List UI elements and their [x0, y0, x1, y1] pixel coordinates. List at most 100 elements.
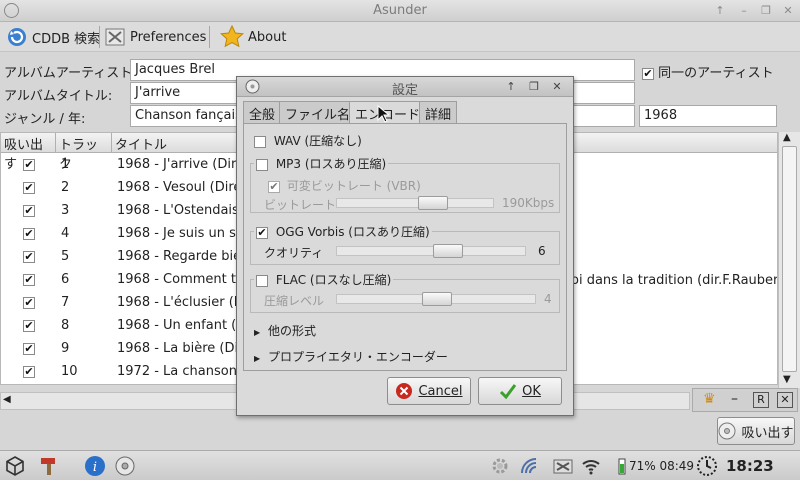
track-title[interactable]: 1968 - Un enfant (	[117, 318, 236, 333]
quality-label: クオリティ	[264, 246, 324, 260]
track-title[interactable]: 1968 - La bière (Dir	[117, 341, 243, 356]
mp3-label: MP3 (ロスあり圧縮)	[275, 157, 387, 171]
same-artist-label: 同一のアーティスト	[658, 66, 774, 81]
track-number: 7	[61, 295, 70, 310]
cddb-search-button[interactable]: CDDB 検索	[6, 24, 100, 50]
bitrate-slider-knob[interactable]	[418, 196, 448, 210]
tools-icon	[41, 458, 55, 475]
rip-checkbox[interactable]: ✔	[23, 251, 35, 263]
restore-icon[interactable]: R	[753, 392, 769, 408]
other-formats-expander[interactable]: ▶ 他の形式	[254, 322, 316, 339]
column-header-rip[interactable]: 吸い出す	[1, 133, 56, 172]
compression-slider[interactable]	[336, 292, 536, 306]
info-launcher[interactable]: i	[84, 455, 106, 477]
track-title[interactable]: 1972 - La chanson d	[117, 364, 249, 379]
track-number: 6	[61, 272, 70, 287]
rip-button[interactable]: 吸い出す	[717, 417, 795, 445]
track-title[interactable]: 1968 - Comment tu	[117, 272, 244, 287]
scroll-up-icon[interactable]: ▲	[783, 132, 791, 143]
app-menu-button[interactable]	[4, 455, 26, 477]
compression-value: 4	[544, 292, 552, 306]
window-titlebar: Asunder ↑ – ❐ ✕	[0, 0, 800, 22]
track-title[interactable]: 1968 - L'éclusier (D	[117, 295, 244, 310]
rip-checkbox[interactable]: ✔	[23, 228, 35, 240]
network-icon	[553, 459, 573, 474]
cancel-label: Cancel	[418, 383, 463, 399]
tab-filename[interactable]: ファイル名	[279, 101, 357, 123]
checkbox-mark: ✔	[256, 225, 268, 239]
compression-label: 圧縮レベル	[264, 294, 325, 308]
asunder-task[interactable]	[114, 455, 136, 477]
wireless-tray[interactable]	[580, 455, 602, 477]
quality-slider[interactable]	[336, 244, 526, 258]
hammer-launcher[interactable]	[38, 455, 60, 477]
track-title[interactable]: 1968 - J'arrive (Dire	[117, 157, 244, 172]
checkbox-mark	[256, 158, 268, 171]
minimize-icon[interactable]: –	[736, 3, 752, 18]
flac-checkbox[interactable]: FLAC (ロスなし圧縮)	[254, 271, 394, 288]
gear-icon	[492, 458, 508, 474]
track-title[interactable]: 1968 - Je suis un so	[117, 226, 244, 241]
tab-advanced[interactable]: 詳細	[419, 101, 458, 123]
preferences-button[interactable]: Preferences	[104, 24, 206, 50]
track-title[interactable]: 1968 - Vesoul (Dire	[117, 180, 241, 195]
crown-icon[interactable]: ♛	[703, 391, 716, 407]
rip-checkbox[interactable]: ✔	[23, 159, 35, 171]
ok-button[interactable]: OK	[478, 377, 562, 405]
close-icon[interactable]: ✕	[549, 79, 565, 94]
preferences-label: Preferences	[130, 29, 207, 45]
close-icon[interactable]: ✕	[777, 392, 793, 408]
rip-checkbox[interactable]: ✔	[23, 320, 35, 332]
arrow-up-icon[interactable]: ↑	[503, 79, 519, 94]
same-artist-checkbox[interactable]: ✔ 同一のアーティスト	[642, 62, 774, 81]
quality-slider-knob[interactable]	[433, 244, 463, 258]
info-icon: i	[85, 456, 105, 476]
toolbar: CDDB 検索 Preferences About	[0, 22, 800, 52]
tab-general[interactable]: 全般	[243, 101, 282, 123]
cancel-button[interactable]: Cancel	[387, 377, 471, 405]
year-field[interactable]: 1968	[639, 105, 777, 127]
ogg-checkbox[interactable]: ✔ OGG Vorbis (ロスあり圧縮)	[254, 223, 432, 240]
clock-tray[interactable]: 18:23	[696, 455, 774, 477]
about-button[interactable]: About	[220, 24, 286, 50]
minimize-icon[interactable]: –	[731, 391, 738, 407]
network-tray[interactable]	[552, 455, 574, 477]
battery-tray[interactable]: 71% 08:49	[618, 455, 694, 477]
wav-checkbox[interactable]: WAV (圧縮なし)	[254, 132, 362, 149]
mini-toolbar: ♛ – R ✕	[692, 388, 798, 412]
track-title[interactable]: 1968 - Regarde bie	[117, 249, 241, 264]
track-number: 2	[61, 180, 70, 195]
other-formats-label: 他の形式	[267, 324, 316, 338]
scroll-down-icon[interactable]: ▼	[783, 374, 791, 385]
track-number: 8	[61, 318, 70, 333]
svg-text:i: i	[93, 460, 97, 475]
rip-checkbox[interactable]: ✔	[23, 182, 35, 194]
track-number: 3	[61, 203, 70, 218]
maximize-icon[interactable]: ❐	[526, 79, 542, 94]
track-title[interactable]: 1968 - L'Ostendaise	[117, 203, 247, 218]
maximize-icon[interactable]: ❐	[758, 3, 774, 18]
column-header-track[interactable]: トラック	[56, 133, 112, 172]
settings-tray[interactable]	[490, 455, 510, 477]
scrollbar-thumb[interactable]	[782, 146, 797, 372]
scroll-left-icon[interactable]: ◀	[3, 394, 11, 405]
compression-slider-knob[interactable]	[422, 292, 452, 306]
rip-checkbox[interactable]: ✔	[23, 205, 35, 217]
bitrate-slider[interactable]	[336, 196, 494, 210]
arrow-up-icon[interactable]: ↑	[712, 3, 728, 18]
window-title: Asunder	[373, 3, 427, 18]
toolbar-separator	[209, 26, 210, 48]
vbr-checkbox[interactable]: ✔ 可変ビットレート (VBR)	[268, 177, 421, 194]
proprietary-encoder-expander[interactable]: ▶ プロプライエタリ・エンコーダー	[254, 348, 448, 365]
cancel-icon	[396, 383, 413, 399]
rip-checkbox[interactable]: ✔	[23, 366, 35, 378]
wifi-tray[interactable]	[518, 455, 540, 477]
track-number: 9	[61, 341, 70, 356]
cd-icon	[718, 422, 736, 440]
mp3-checkbox[interactable]: MP3 (ロスあり圧縮)	[254, 155, 389, 172]
rip-checkbox[interactable]: ✔	[23, 343, 35, 355]
close-icon[interactable]: ✕	[780, 3, 796, 18]
table-vertical-scrollbar[interactable]: ▲ ▼	[778, 132, 800, 388]
rip-checkbox[interactable]: ✔	[23, 274, 35, 286]
rip-checkbox[interactable]: ✔	[23, 297, 35, 309]
